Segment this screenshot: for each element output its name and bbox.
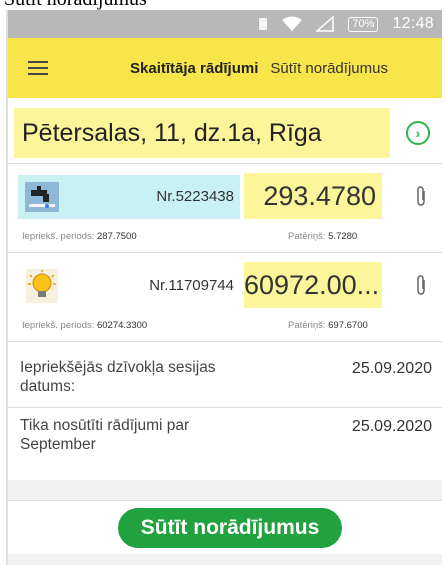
battery-icon: 70% — [348, 16, 379, 32]
meter-number: Nr.11709744 — [149, 277, 234, 294]
consumption-value: 697.6700 — [328, 320, 368, 331]
address-row: Pētersalas, 11, dz.1a, Rīga › — [8, 108, 442, 158]
paperclip-icon[interactable] — [414, 274, 428, 296]
lightbulb-icon — [24, 268, 60, 304]
address-selector[interactable]: Pētersalas, 11, dz.1a, Rīga — [14, 108, 390, 158]
meter-id-box — [18, 264, 74, 308]
last-session-row: Iepriekšējās dzīvokļa sesijas datums: 25… — [8, 350, 442, 406]
separator-band — [8, 554, 442, 565]
meter-reading-input[interactable]: 60972.00... — [244, 262, 382, 308]
status-bar: 70% 12:48 — [8, 10, 442, 38]
previous-period-label: Iepriekš. periods: — [22, 320, 95, 331]
notification-icon — [258, 17, 268, 31]
battery-level: 70% — [352, 17, 375, 30]
consumption: Patēriņš: 697.6700 — [288, 320, 368, 331]
divider — [8, 500, 442, 501]
meter-row-water: Nr.5223438 293.4780 Iepriekš. periods: 2… — [8, 163, 442, 251]
consumption-label: Patēriņš: — [288, 320, 326, 331]
separator-band — [8, 480, 442, 500]
previous-period-label: Iepriekš. periods: — [22, 231, 95, 242]
app-screen: 70% 12:48 Skaitītāja rādījumi Sūtīt norā… — [6, 10, 442, 565]
previous-period: Iepriekš. periods: 287.7500 — [22, 231, 137, 242]
cropped-caption: Sūtīt norādījumus" — [0, 0, 446, 10]
readings-sent-label: Tika nosūtīti rādījumi par September — [20, 417, 190, 453]
consumption: Patēriņš: 5.7280 — [288, 231, 357, 242]
app-bar: Skaitītāja rādījumi Sūtīt norādījumus — [8, 38, 442, 98]
water-tap-icon — [24, 179, 60, 215]
last-session-date: 25.09.2020 — [351, 360, 432, 377]
consumption-label: Patēriņš: — [288, 231, 326, 242]
readings-sent-row: Tika nosūtīti rādījumi par September 25.… — [8, 408, 442, 464]
previous-period-value: 60274.3300 — [96, 320, 148, 331]
readings-sent-date: 25.09.2020 — [351, 418, 432, 435]
signal-icon — [316, 16, 335, 32]
meter-number: Nr.5223438 — [156, 188, 234, 205]
meter-row-electricity: Nr.11709744 60972.00... Iepriekš. period… — [8, 252, 442, 340]
meter-reading-input[interactable]: 293.4780 — [244, 173, 382, 219]
hamburger-menu-icon[interactable] — [8, 38, 68, 98]
send-readings-button[interactable]: Sūtīt norādījumus — [118, 508, 342, 548]
consumption-value: 5.7280 — [328, 231, 358, 242]
previous-period-value: 287.7500 — [96, 231, 137, 242]
last-session-label: Iepriekšējās dzīvokļa sesijas datums: — [20, 359, 216, 395]
divider — [8, 341, 442, 342]
tab-send-readings[interactable]: Sūtīt norādījumus — [270, 60, 388, 77]
chevron-right-circle-icon[interactable]: › — [406, 121, 430, 145]
status-clock: 12:48 — [392, 15, 434, 32]
wifi-icon — [282, 16, 303, 32]
previous-period: Iepriekš. periods: 60274.3300 — [22, 320, 147, 331]
tab-meter-readings[interactable]: Skaitītāja rādījumi — [130, 60, 258, 77]
paperclip-icon[interactable] — [414, 185, 428, 207]
